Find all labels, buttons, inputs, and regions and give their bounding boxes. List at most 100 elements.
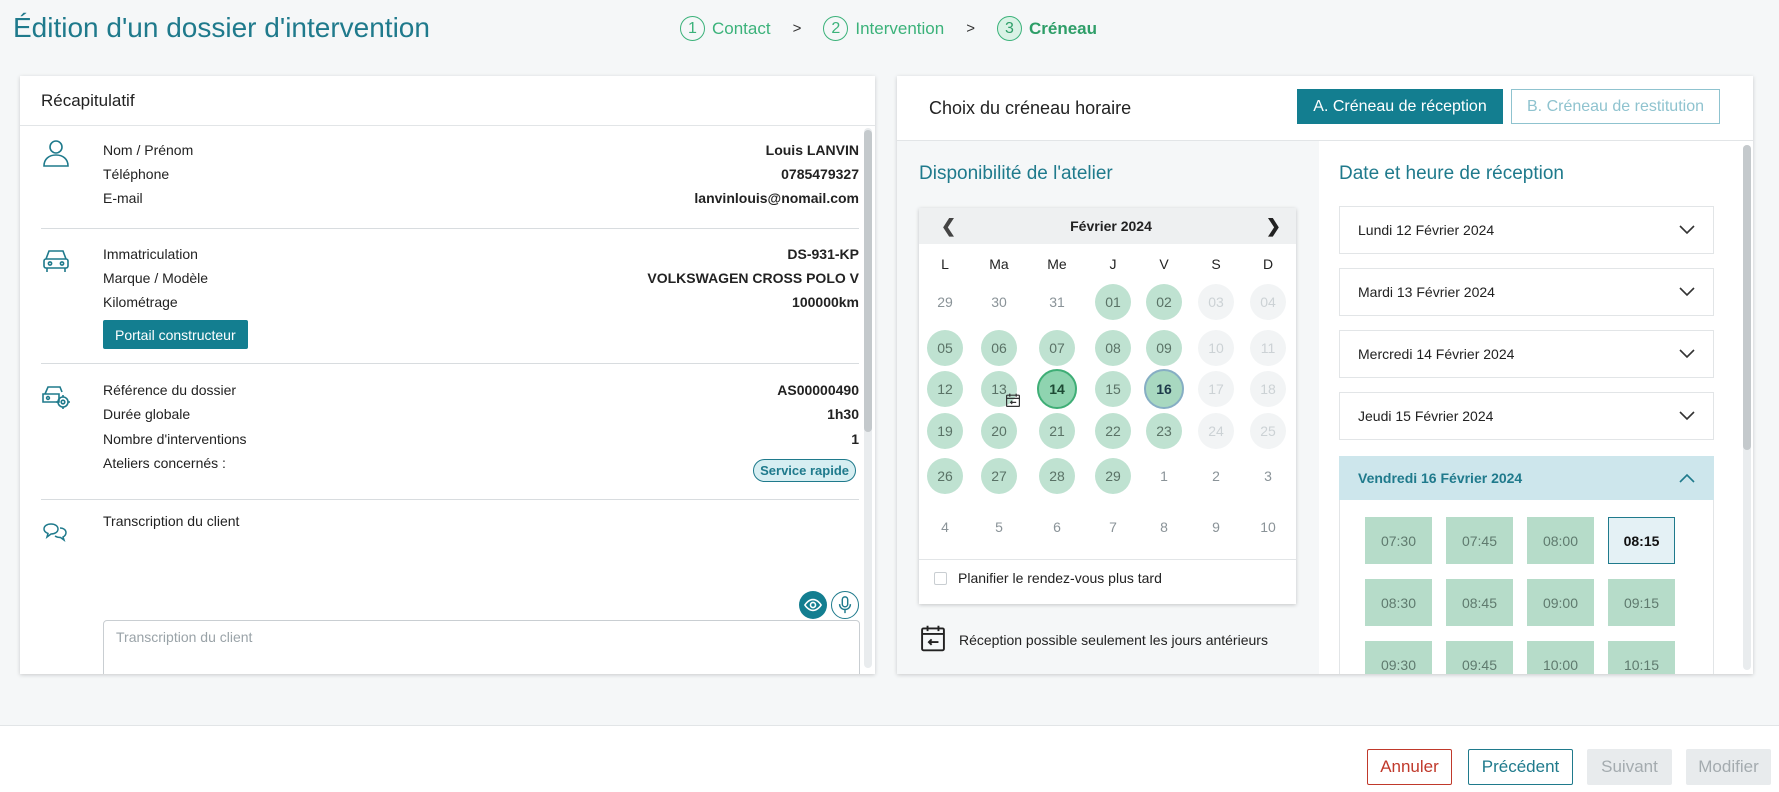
chevron-down-icon	[1679, 346, 1695, 362]
scrollbar-thumb[interactable]	[864, 130, 872, 432]
calendar-day: 25	[1250, 413, 1286, 449]
calendar-day[interactable]: 02	[1146, 284, 1182, 320]
calendar-day[interactable]: 07	[1039, 330, 1075, 366]
calendar-day: 03	[1198, 284, 1234, 320]
plan-later-label: Planifier le rendez-vous plus tard	[958, 570, 1162, 586]
day-accordion-item[interactable]: Mercredi 14 Février 2024	[1339, 330, 1714, 378]
time-slot[interactable]: 09:30	[1365, 641, 1432, 674]
calendar: ❮ Février 2024 ❯ L Ma Me J V S D 29 30 3…	[919, 208, 1296, 604]
calendar-day[interactable]: 28	[1039, 458, 1075, 494]
calendar-day: 6	[1053, 519, 1061, 535]
calendar-day[interactable]: 27	[981, 458, 1017, 494]
day-accordion-item[interactable]: Jeudi 15 Février 2024	[1339, 392, 1714, 440]
microphone-icon[interactable]	[831, 591, 859, 619]
step-number: 2	[823, 16, 849, 41]
day-label: Vendredi 16 Février 2024	[1358, 470, 1523, 486]
chevron-left-icon[interactable]: ❮	[941, 216, 956, 237]
count-label: Nombre d'interventions	[103, 431, 247, 447]
calendar-day: 5	[995, 519, 1003, 535]
calendar-day[interactable]: 06	[981, 330, 1017, 366]
transcription-textarea[interactable]: Transcription du client	[103, 620, 860, 674]
calendar-day: 1	[1160, 468, 1168, 484]
km-row: Kilométrage 100000km	[103, 291, 859, 313]
eye-icon[interactable]	[799, 591, 827, 619]
calendar-day: 24	[1198, 413, 1234, 449]
scrollbar-thumb[interactable]	[1743, 145, 1751, 450]
calendar-day[interactable]: 08	[1095, 330, 1131, 366]
summary-scrollbar[interactable]	[864, 128, 872, 668]
calendar-day: 8	[1160, 519, 1168, 535]
day-accordion-item[interactable]: Mardi 13 Février 2024	[1339, 268, 1714, 316]
calendar-day[interactable]: 21	[1039, 413, 1075, 449]
calendar-day[interactable]: 09	[1146, 330, 1182, 366]
model-value: VOLKSWAGEN CROSS POLO V	[647, 270, 859, 286]
model-row: Marque / Modèle VOLKSWAGEN CROSS POLO V	[103, 267, 859, 289]
calendar-day[interactable]: 29	[1095, 458, 1131, 494]
calendar-day[interactable]: 01	[1095, 284, 1131, 320]
day-label: Jeudi 15 Février 2024	[1358, 408, 1494, 424]
time-slot[interactable]: 07:30	[1365, 517, 1432, 564]
time-slot[interactable]: 09:15	[1608, 579, 1675, 626]
modify-button[interactable]: Modifier	[1686, 749, 1771, 785]
cancel-button[interactable]: Annuler	[1367, 749, 1452, 785]
step-intervention[interactable]: 2 Intervention	[823, 16, 944, 41]
calendar-day: 2	[1212, 468, 1220, 484]
manufacturer-portal-button[interactable]: Portail constructeur	[103, 320, 248, 349]
previous-button[interactable]: Précédent	[1468, 749, 1573, 785]
slot-selection-card: Choix du créneau horaire A. Créneau de r…	[897, 76, 1753, 674]
step-creneau[interactable]: 3 Créneau	[996, 16, 1097, 41]
time-slot[interactable]: 09:45	[1446, 641, 1513, 674]
datetime-scrollbar[interactable]	[1743, 145, 1751, 670]
day-accordion-item[interactable]: Lundi 12 Février 2024	[1339, 206, 1714, 254]
time-slot[interactable]: 08:30	[1365, 579, 1432, 626]
time-slot[interactable]: 10:00	[1527, 641, 1594, 674]
datetime-column: Date et heure de réception Lundi 12 Févr…	[1319, 141, 1753, 674]
calendar-day-current[interactable]: 16	[1144, 369, 1184, 409]
legend-text: Réception possible seulement les jours a…	[959, 631, 1268, 648]
weekday-label: S	[1211, 256, 1221, 272]
calendar-day[interactable]: 26	[927, 458, 963, 494]
time-slot[interactable]: 08:00	[1527, 517, 1594, 564]
duration-row: Durée globale 1h30	[103, 403, 859, 425]
day-label: Mercredi 14 Février 2024	[1358, 346, 1515, 362]
time-slot[interactable]: 09:00	[1527, 579, 1594, 626]
time-slot-selected[interactable]: 08:15	[1608, 517, 1675, 564]
time-slot[interactable]: 08:45	[1446, 579, 1513, 626]
time-slot[interactable]: 07:45	[1446, 517, 1513, 564]
transcription-label-row: Transcription du client	[103, 510, 859, 532]
step-number: 3	[996, 16, 1022, 41]
tab-return-slot[interactable]: B. Créneau de restitution	[1511, 89, 1720, 124]
calendar-day: 7	[1109, 519, 1117, 535]
weekday-label: D	[1262, 256, 1274, 272]
calendar-day[interactable]: 12	[927, 371, 963, 407]
calendar-divider	[919, 559, 1296, 560]
km-label: Kilométrage	[103, 294, 178, 310]
weekday-label: J	[1109, 256, 1117, 272]
stepper: 1 Contact > 2 Intervention > 3 Créneau	[680, 16, 1097, 41]
calendar-day[interactable]: 05	[927, 330, 963, 366]
calendar-day[interactable]: 15	[1095, 371, 1131, 407]
phone-label: Téléphone	[103, 166, 170, 182]
chevron-right-icon[interactable]: ❯	[1266, 216, 1281, 237]
calendar-day[interactable]: 19	[927, 413, 963, 449]
calendar-day: 17	[1198, 371, 1234, 407]
calendar-day-selected[interactable]: 14	[1037, 369, 1077, 409]
calendar-month: Février 2024	[1070, 218, 1152, 234]
weekday-label: V	[1159, 256, 1169, 272]
plan-later-option[interactable]: Planifier le rendez-vous plus tard	[934, 570, 1162, 586]
step-label: Contact	[712, 18, 771, 38]
calendar-day: 30	[991, 294, 1007, 310]
calendar-day[interactable]: 23	[1146, 413, 1182, 449]
time-slot-grid: 07:30 07:45 08:00 08:15 08:30 08:45 09:0…	[1339, 500, 1714, 674]
step-contact[interactable]: 1 Contact	[680, 16, 771, 41]
calendar-day: 10	[1260, 519, 1276, 535]
calendar-day[interactable]: 22	[1095, 413, 1131, 449]
tab-reception-slot[interactable]: A. Créneau de réception	[1297, 89, 1503, 124]
time-slot[interactable]: 10:15	[1608, 641, 1675, 674]
day-accordion-item-open[interactable]: Vendredi 16 Février 2024	[1339, 456, 1714, 500]
slot-title: Choix du créneau horaire	[929, 98, 1132, 118]
calendar-day[interactable]: 20	[981, 413, 1017, 449]
count-row: Nombre d'interventions 1	[103, 428, 859, 450]
next-button[interactable]: Suivant	[1587, 749, 1672, 785]
plan-later-checkbox[interactable]	[934, 571, 947, 585]
